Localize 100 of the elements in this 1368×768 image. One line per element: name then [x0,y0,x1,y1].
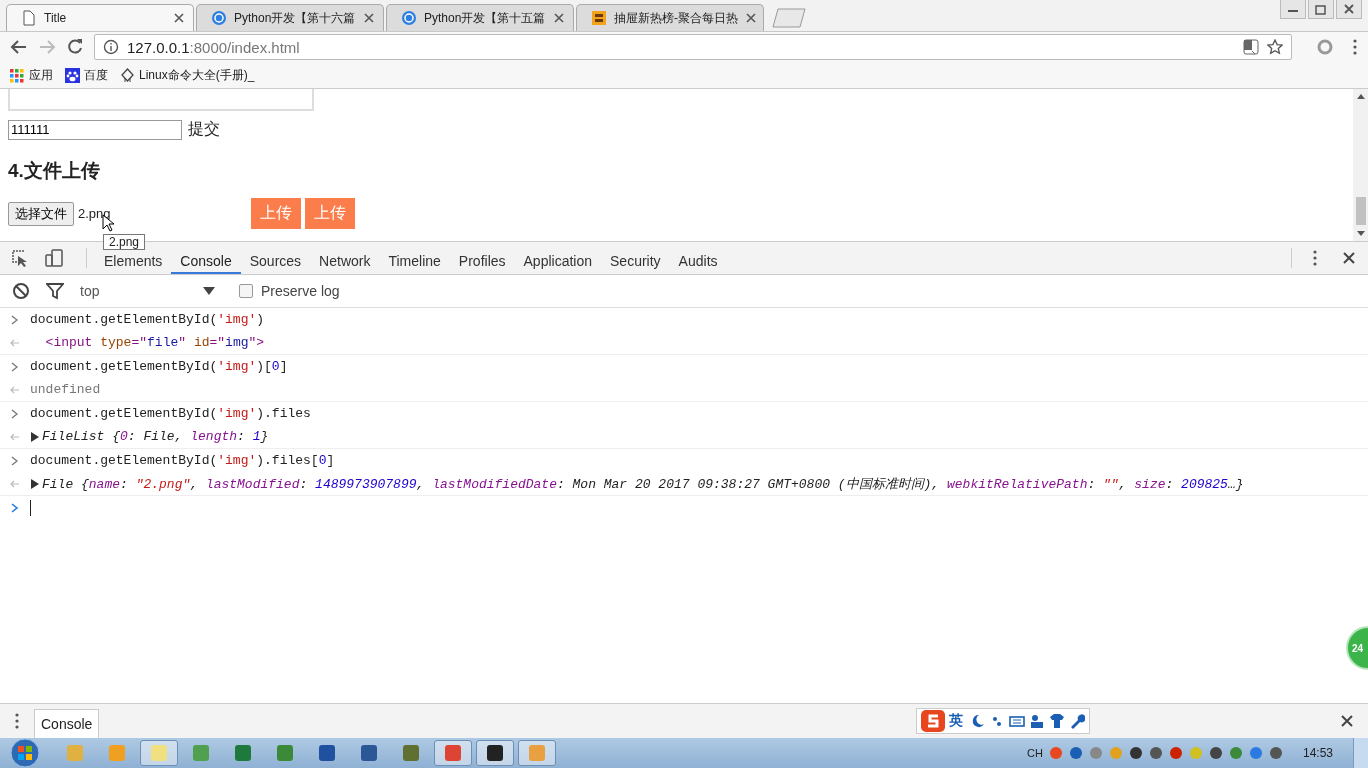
section-heading: 4.文件上传 [8,159,101,183]
app-icon [360,744,378,762]
restore-icon[interactable] [1308,0,1334,19]
console-command: document.getElementById('img') [30,312,265,327]
scroll-down-icon[interactable] [1356,231,1365,237]
close-icon[interactable] [1342,251,1356,265]
app-icon [150,744,168,762]
app-icon [276,744,294,762]
shirt-icon[interactable] [1049,713,1065,729]
tray-icon[interactable] [1128,746,1143,760]
close-icon[interactable] [173,12,185,24]
devtools-tab[interactable]: Application [514,251,602,274]
bookmark[interactable]: 百度 [65,66,108,84]
tray-icon[interactable] [1148,746,1163,760]
result-arrow-icon [10,478,20,489]
menu-icon[interactable] [1352,38,1358,56]
console-result: <input type="file" id="img"> [44,335,265,350]
tray-icon[interactable] [1068,746,1083,760]
extension-icon[interactable] [1316,38,1334,56]
browser-tab[interactable]: Python开发【第十五篇 [386,4,574,31]
close-icon[interactable] [553,12,565,24]
app-icon [402,744,420,762]
devtools-tab[interactable]: Security [601,251,670,274]
bookmark[interactable]: 应用 [10,66,53,84]
close-icon[interactable] [745,12,757,24]
app-icon [234,744,252,762]
filter-icon[interactable] [46,282,64,300]
more-options-icon[interactable] [1312,249,1318,267]
clear-console-icon[interactable] [12,282,30,300]
console-result: File {name: "2.png", lastModified: 1489973907899, lastModifiedDate: Mon Mar 20 2017 09:38:27 GMT+0800 (中国标准时间), webkitRelativePath: "", size: 209825…} [42,475,1244,493]
prompt-chevron-icon [10,361,20,372]
circle-logo-icon [211,10,227,26]
devtools-tab[interactable]: Sources [240,251,311,274]
tray-icon[interactable] [1168,746,1183,760]
drawer-logo-icon [591,10,607,26]
console-command: document.getElementById('img').files[0] [30,453,335,468]
browser-tab[interactable]: Title [6,4,194,31]
scroll-up-icon[interactable] [1356,93,1365,99]
close-icon[interactable] [1340,714,1354,728]
reload-icon[interactable] [66,38,84,56]
checkbox-label[interactable]: Preserve log [261,283,340,299]
devtools-tab[interactable]: Network [310,251,380,274]
text-input[interactable]: 111111 [8,119,182,140]
browser-tab[interactable]: 抽屉新热榜-聚合每日热 [576,4,764,31]
text-cursor [30,499,31,516]
scrollbar[interactable] [1353,89,1368,241]
browser-tab[interactable]: Python开发【第十六篇 [196,4,384,31]
app-icon [66,744,84,762]
devtools-tab[interactable]: Audits [669,251,727,274]
devtools-tab[interactable]: Timeline [379,251,450,274]
tray-icon[interactable] [1268,746,1283,760]
tray-icon[interactable] [1208,746,1223,760]
bookmark[interactable]: Linux命令大全(手册)_ [120,66,255,84]
collapsed-triangle-icon[interactable] [30,478,40,489]
translate-icon[interactable] [1243,39,1259,55]
context-dropdown[interactable]: top [80,283,215,299]
apps-grid-icon [10,67,25,83]
dropdown-arrow-icon [203,286,215,296]
app-icon [192,744,210,762]
collapsed-triangle-icon[interactable] [30,431,40,442]
wrench-icon[interactable] [1069,713,1085,729]
prompt-chevron-icon [10,314,20,325]
keyboard-icon[interactable] [1009,713,1025,729]
star-icon[interactable] [1267,39,1283,55]
app-icon [318,744,336,762]
minimize-icon[interactable] [1280,0,1306,19]
prompt-chevron-icon [10,408,20,419]
app-icon [486,744,504,762]
start-orb-icon[interactable] [8,738,42,768]
result-arrow-icon [10,337,20,348]
paw-icon [65,67,80,83]
user-icon[interactable] [1029,713,1045,729]
scroll-thumb[interactable] [1355,197,1366,225]
more-options-icon[interactable] [14,712,20,730]
ime-mode[interactable]: 英 [949,712,963,730]
taskbar-button[interactable] [476,740,514,766]
app-icon [108,744,126,762]
device-icon[interactable] [44,248,64,268]
result-arrow-icon [10,384,20,395]
prompt-chevron-icon [10,455,20,466]
devtools-tab[interactable]: Profiles [449,251,515,274]
language-indicator[interactable]: CH [1027,747,1043,759]
devtools-tab[interactable]: Elements [95,251,172,274]
drawer-tab[interactable]: Console [34,709,100,738]
result-arrow-icon [10,431,20,442]
page-icon [21,10,37,26]
devtools-tab[interactable]: Console [171,251,241,274]
back-arrow-icon[interactable] [10,38,28,56]
app-icon [528,744,546,762]
tooltip: 2.png [103,234,146,250]
submit-link[interactable]: 提交 [188,119,220,140]
address-bar[interactable]: 127.0.0.1:8000/index.html [94,34,1292,60]
close-icon[interactable] [363,12,375,24]
clock[interactable]: 14:53 [1302,746,1333,760]
choose-file-button[interactable]: 选择文件 [8,201,74,226]
console-command: document.getElementById('img').files [30,406,311,421]
checkbox[interactable] [239,284,253,298]
ime-toolbar[interactable]: 英 [916,708,1090,734]
console-command: document.getElementById('img')[0] [30,359,288,374]
close-icon[interactable] [1336,0,1362,19]
